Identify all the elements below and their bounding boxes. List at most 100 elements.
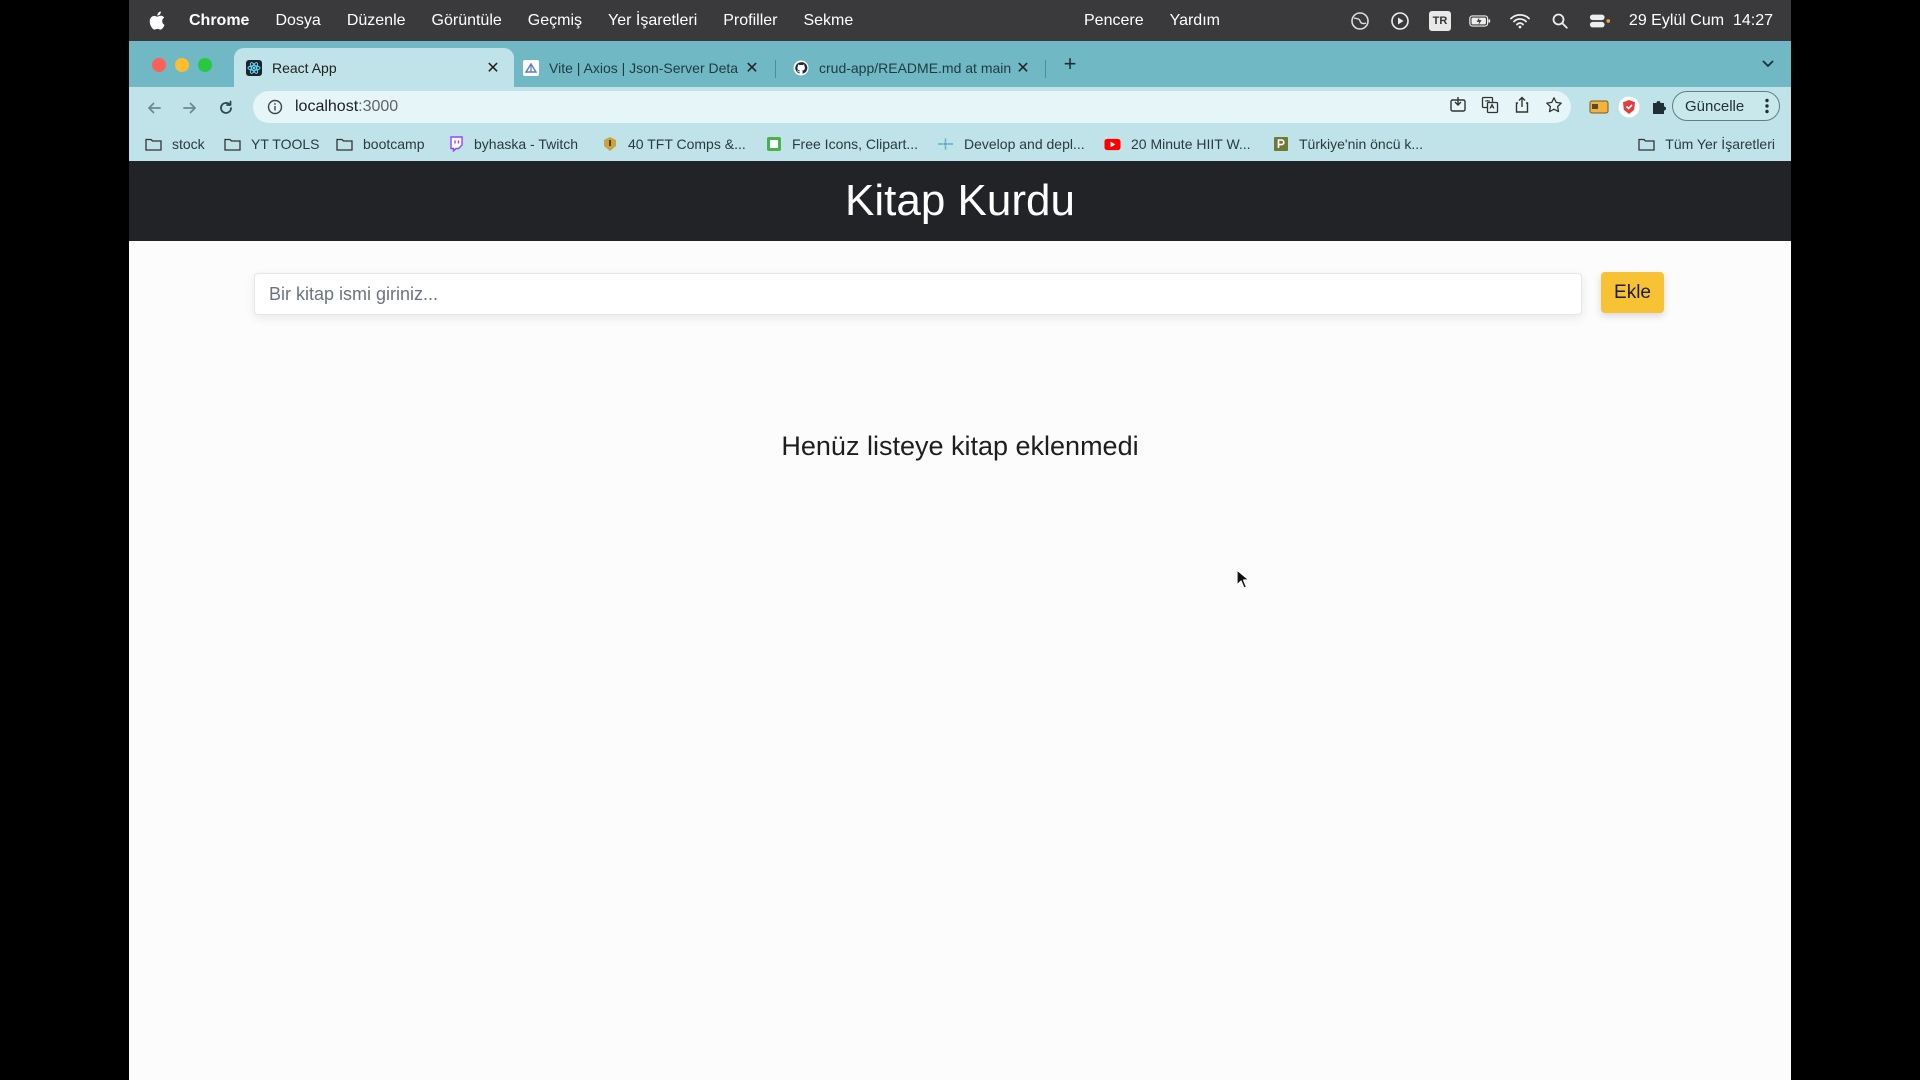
apple-icon[interactable] [149,11,167,31]
bookmark-label: byhaska - Twitch [474,136,579,152]
bookmark-label: Türkiye'nin öncü k... [1299,136,1424,152]
green-square-icon [765,137,782,152]
window-minimize-button[interactable] [175,58,189,72]
input-source-badge[interactable]: TR [1428,10,1451,31]
menu-window[interactable]: Pencere [1084,12,1144,30]
menu-app-name[interactable]: Chrome [189,12,249,30]
mouse-pointer-icon [1236,569,1250,589]
spotlight-search-icon[interactable] [1549,11,1571,31]
bookmark-develop-deploy[interactable]: Develop and depl... [937,127,1085,161]
bookmark-label: bootcamp [363,136,425,152]
tab-close-icon[interactable]: ✕ [743,59,761,77]
twitch-icon [447,136,464,152]
back-arrow-icon[interactable] [141,95,167,121]
update-chrome-button[interactable]: Güncelle [1672,91,1780,121]
brave-shield-icon[interactable] [1618,96,1640,118]
tft-icon [601,137,618,152]
omnibox-actions [1449,91,1563,123]
tab-title: crud-app/README.md at main [819,59,1012,76]
bookmark-label: Free Icons, Clipart... [792,136,919,152]
all-bookmarks-folder[interactable]: Tüm Yer İşaretleri [1638,127,1775,161]
control-center-icon[interactable] [1589,11,1611,31]
tab-github-readme[interactable]: crud-app/README.md at main ✕ [781,48,1044,87]
empty-list-message: Henüz listeye kitap eklenmedi [781,431,1139,461]
menu-file[interactable]: Dosya [275,12,320,30]
tab-divider [1045,60,1046,78]
play-circle-icon[interactable] [1389,11,1411,31]
bookmark-star-icon[interactable] [1545,96,1563,119]
macos-menu-bar: Chrome Dosya Düzenle Görüntüle Geçmiş Ye… [129,0,1791,41]
book-name-input[interactable] [254,273,1582,315]
url-port: :3000 [358,98,399,115]
bookmark-label: Develop and depl... [964,136,1085,152]
extension-card-icon[interactable] [1588,96,1610,118]
tab-title: React App [272,59,337,76]
app-title: Kitap Kurdu [845,176,1075,225]
menu-bookmarks[interactable]: Yer İşaretleri [608,12,697,30]
vpn-globe-icon[interactable] [1349,11,1371,31]
tab-close-icon[interactable]: ✕ [1014,59,1032,77]
bookmark-yt-tools[interactable]: YT TOOLS [224,127,319,161]
battery-icon[interactable] [1469,11,1491,31]
install-app-icon[interactable] [1449,96,1467,119]
chrome-menu-kebab-icon[interactable] [1765,98,1769,118]
folder-icon [1638,137,1655,152]
web-page: Kitap Kurdu Ekle Henüz listeye kitap ekl… [129,161,1791,1080]
clock[interactable]: 29 Eylül Cum 14:27 [1629,12,1773,30]
bookmark-turkiye[interactable]: Türkiye'nin öncü k... [1272,127,1423,161]
url-text[interactable]: localhost:3000 [295,98,398,116]
bookmark-label: 20 Minute HIIT W... [1131,136,1251,152]
tab-title: Vite | Axios | Json-Server Deta [549,59,739,76]
site-info-icon[interactable] [267,99,283,115]
github-icon [793,60,809,76]
wifi-icon[interactable] [1509,11,1531,31]
bookmark-twitch[interactable]: byhaska - Twitch [447,127,578,161]
menu-help[interactable]: Yardım [1170,12,1220,30]
tab-strip: React App ✕ Vite | Axios | Json-Server D… [129,41,1791,87]
menu-edit[interactable]: Düzenle [347,12,406,30]
bookmark-label: stock [172,136,205,152]
window-zoom-button[interactable] [198,58,212,72]
browser-window: React App ✕ Vite | Axios | Json-Server D… [129,41,1791,1080]
translate-icon[interactable] [1481,96,1499,119]
share-icon[interactable] [1513,96,1531,119]
youtube-icon [1104,137,1121,152]
address-bar[interactable]: localhost:3000 [253,91,1571,123]
tab-search-chevron-icon[interactable] [1759,55,1777,73]
app-header: Kitap Kurdu [129,161,1791,241]
bookmark-label: YT TOOLS [251,136,320,152]
deploy-icon [937,137,954,152]
forward-arrow-icon[interactable] [177,95,203,121]
tab-vite-axios[interactable]: Vite | Axios | Json-Server Deta ✕ [511,48,773,87]
window-close-button[interactable] [152,58,166,72]
url-host: localhost [295,98,359,115]
bookmark-label: 40 TFT Comps &... [628,136,746,152]
bookmark-free-icons[interactable]: Free Icons, Clipart... [765,127,918,161]
browser-toolbar: localhost:3000 Güncelle [129,87,1791,127]
tab-close-icon[interactable]: ✕ [484,59,502,77]
react-icon [246,59,262,76]
bookmark-bootcamp[interactable]: bootcamp [336,127,424,161]
folder-icon [336,137,353,152]
tab-divider [775,60,776,78]
bookmark-stock[interactable]: stock [145,127,205,161]
menu-tab[interactable]: Sekme [803,12,853,30]
tab-react-app[interactable]: React App ✕ [234,48,514,87]
menu-view[interactable]: Görüntüle [432,12,502,30]
menu-history[interactable]: Geçmiş [528,12,582,30]
menu-profiles[interactable]: Profiller [723,12,777,30]
all-bookmarks-label: Tüm Yer İşaretleri [1665,136,1775,152]
status-area: TR 29 Eylül Cum 14:27 [1349,0,1773,41]
folder-icon [145,137,162,152]
update-button-label: Güncelle [1685,97,1745,115]
new-tab-plus-icon[interactable]: + [1059,51,1081,76]
bookmark-tft-comps[interactable]: 40 TFT Comps &... [601,127,746,161]
p-icon [1272,137,1289,152]
extensions-puzzle-icon[interactable] [1648,96,1670,118]
add-book-button[interactable]: Ekle [1601,272,1664,313]
reload-icon[interactable] [213,95,239,121]
folder-icon [224,137,241,152]
menu-right-group: Pencere Yardım [1084,0,1246,41]
vite-icon [523,59,539,76]
bookmark-hiit[interactable]: 20 Minute HIIT W... [1104,127,1251,161]
